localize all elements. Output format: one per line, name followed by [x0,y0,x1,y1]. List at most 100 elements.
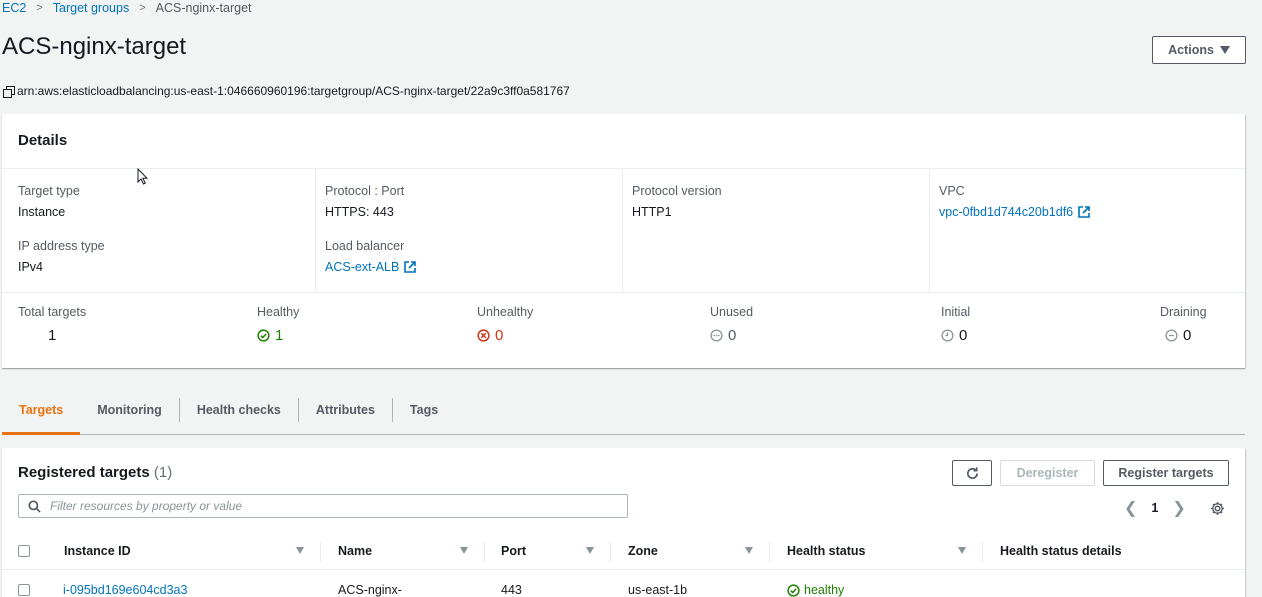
registered-targets-heading: Registered targets [18,464,150,481]
row-health-status: healthy [787,583,844,597]
deregister-button[interactable]: Deregister [1000,460,1095,486]
row-port: 443 [501,583,522,597]
refresh-button[interactable] [952,460,992,486]
vpc-value: vpc-0fbd1d744c20b1df6 [939,205,1074,219]
table-header: Instance ID Name Port Zone Health status… [2,534,1245,570]
register-targets-button[interactable]: Register targets [1103,460,1229,486]
column-divider [484,542,485,562]
x-circle-icon [477,329,490,342]
protocol-version-value: HTTP1 [632,205,672,219]
load-balancer-link[interactable]: ACS-ext-ALB [325,260,417,274]
load-balancer: Load balancer ACS-ext-ALB [325,239,417,274]
vpc: VPC vpc-0fbd1d744c20b1df6 [939,184,1090,219]
row-checkbox[interactable] [18,584,30,596]
sort-icon[interactable] [958,547,966,554]
divider [622,169,623,293]
divider [315,169,316,293]
tab-tags[interactable]: Tags [393,386,455,434]
arn-value: arn:aws:elasticloadbalancing:us-east-1:0… [17,84,570,98]
breadcrumb-ec2[interactable]: EC2 [2,1,26,15]
divider [929,169,930,293]
sort-icon[interactable] [745,547,753,554]
draining-value: 0 [1183,327,1192,344]
row-name: ACS-nginx- [338,583,402,597]
mouse-cursor-icon [137,168,149,185]
check-circle-icon [787,583,800,597]
target-type-label: Target type [18,184,80,198]
stat-initial: Initial 0 [941,305,970,344]
stat-unused: Unused 0 [710,305,753,344]
search-icon [28,499,41,513]
protocol-port-value: HTTPS: 443 [325,205,394,219]
tab-bar: Targets Monitoring Health checks Attribu… [2,386,1245,435]
col-port[interactable]: Port [501,544,526,558]
unused-label: Unused [710,305,754,319]
stat-unhealthy: Unhealthy 0 [477,305,533,344]
initial-label: Initial [941,305,971,319]
breadcrumb-target-groups[interactable]: Target groups [53,1,129,15]
vpc-link[interactable]: vpc-0fbd1d744c20b1df6 [939,205,1090,219]
col-instance-id[interactable]: Instance ID [64,544,131,558]
filter-search-box [18,494,628,518]
total-targets-value: 1 [48,327,57,344]
tab-attributes[interactable]: Attributes [299,386,392,434]
load-balancer-value: ACS-ext-ALB [325,260,400,274]
col-health-status-details[interactable]: Health status details [1000,544,1122,558]
actions-label: Actions [1168,43,1214,57]
chevron-left-icon[interactable]: ❮ [1124,498,1137,518]
sort-icon[interactable] [586,547,594,554]
details-panel: Details Target type Instance Protocol : … [2,114,1245,368]
target-type-value: Instance [18,205,66,219]
chevron-right-icon: > [139,2,146,14]
stat-draining: Draining 0 [1160,305,1207,344]
healthy-label: Healthy [257,305,300,319]
total-targets-label: Total targets [18,305,87,319]
col-name[interactable]: Name [338,544,372,558]
ip-type-label: IP address type [18,239,105,253]
pagination: ❮ 1 ❯ [1124,498,1225,518]
page-number[interactable]: 1 [1151,501,1158,515]
protocol-version: Protocol version HTTP1 [632,184,722,219]
unhealthy-count: 0 [477,327,533,344]
protocol-port: Protocol : Port HTTPS: 443 [325,184,404,219]
stat-total-targets: Total targets 1 [18,305,86,344]
protocol-version-label: Protocol version [632,184,722,198]
instance-id-link[interactable]: i-095bd169e604cd3a3 [63,583,187,597]
copy-icon[interactable] [2,85,15,98]
unhealthy-value: 0 [495,327,504,344]
page-title: ACS-nginx-target [2,33,187,60]
stat-healthy: Healthy 1 [257,305,299,344]
unused-value: 0 [728,327,737,344]
chevron-right-icon: > [36,2,43,14]
target-type: Target type Instance [18,184,80,219]
clock-icon [941,329,954,342]
healthy-value: 1 [275,327,284,344]
filter-input[interactable] [50,499,610,513]
vpc-label: VPC [939,184,965,198]
column-divider [769,542,770,562]
external-link-icon [1078,206,1090,218]
row-health-value: healthy [804,583,845,597]
chevron-right-icon[interactable]: ❯ [1172,498,1185,518]
load-balancer-label: Load balancer [325,239,405,253]
external-link-icon [404,261,417,273]
sort-icon[interactable] [296,547,304,554]
tab-health-checks[interactable]: Health checks [180,386,298,434]
actions-button[interactable]: Actions [1152,36,1246,64]
divider [2,292,1245,293]
check-circle-icon [257,329,270,342]
col-health-status[interactable]: Health status [787,544,866,558]
tab-monitoring[interactable]: Monitoring [80,386,179,434]
col-zone[interactable]: Zone [628,544,658,558]
minus-circle-icon [1165,329,1178,342]
tab-targets[interactable]: Targets [2,386,81,435]
draining-count: 0 [1160,327,1207,344]
sort-icon[interactable] [460,547,468,554]
select-all-checkbox[interactable] [18,545,30,557]
registered-targets-title: Registered targets (1) [18,464,172,481]
healthy-count: 1 [257,327,299,344]
breadcrumb-current: ACS-nginx-target [155,1,252,15]
ip-address-type: IP address type IPv4 [18,239,105,274]
gear-icon[interactable] [1210,501,1225,516]
row-zone: us-east-1b [628,583,688,597]
